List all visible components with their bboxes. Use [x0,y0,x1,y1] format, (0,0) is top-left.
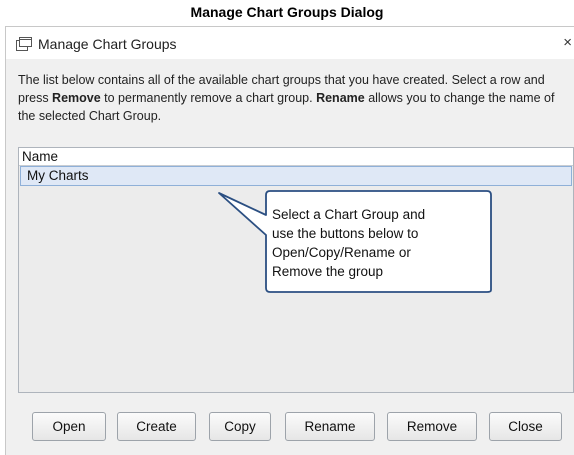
window-icon [16,37,32,56]
dialog-title: Manage Chart Groups [38,36,177,52]
callout-line-2: use the buttons below to [272,226,419,241]
screenshot-caption: Manage Chart Groups Dialog [190,4,384,20]
rename-button[interactable]: Rename [285,412,375,441]
dialog-description: The list below contains all of the avail… [18,71,566,125]
callout-line-1: Select a Chart Group and [272,207,426,222]
description-rename-word: Rename [316,91,365,105]
dialog-titlebar[interactable]: Manage Chart Groups × [6,27,574,59]
close-icon[interactable]: × [563,34,572,51]
create-button[interactable]: Create [117,412,196,441]
description-remove-word: Remove [52,91,101,105]
remove-button[interactable]: Remove [387,412,477,441]
callout-line-3: Open/Copy/Rename or [272,245,411,260]
open-button[interactable]: Open [32,412,106,441]
close-button[interactable]: Close [489,412,562,441]
manage-chart-groups-dialog: Manage Chart Groups × The list below con… [5,26,574,455]
callout-line-4: Remove the group [272,264,384,279]
callout-text: Select a Chart Group and use the buttons… [272,205,482,281]
dialog-button-bar: Open Create Copy Rename Remove Close [6,412,574,442]
copy-button[interactable]: Copy [209,412,271,441]
description-text-part2: to permanently remove a chart group. [100,91,317,105]
